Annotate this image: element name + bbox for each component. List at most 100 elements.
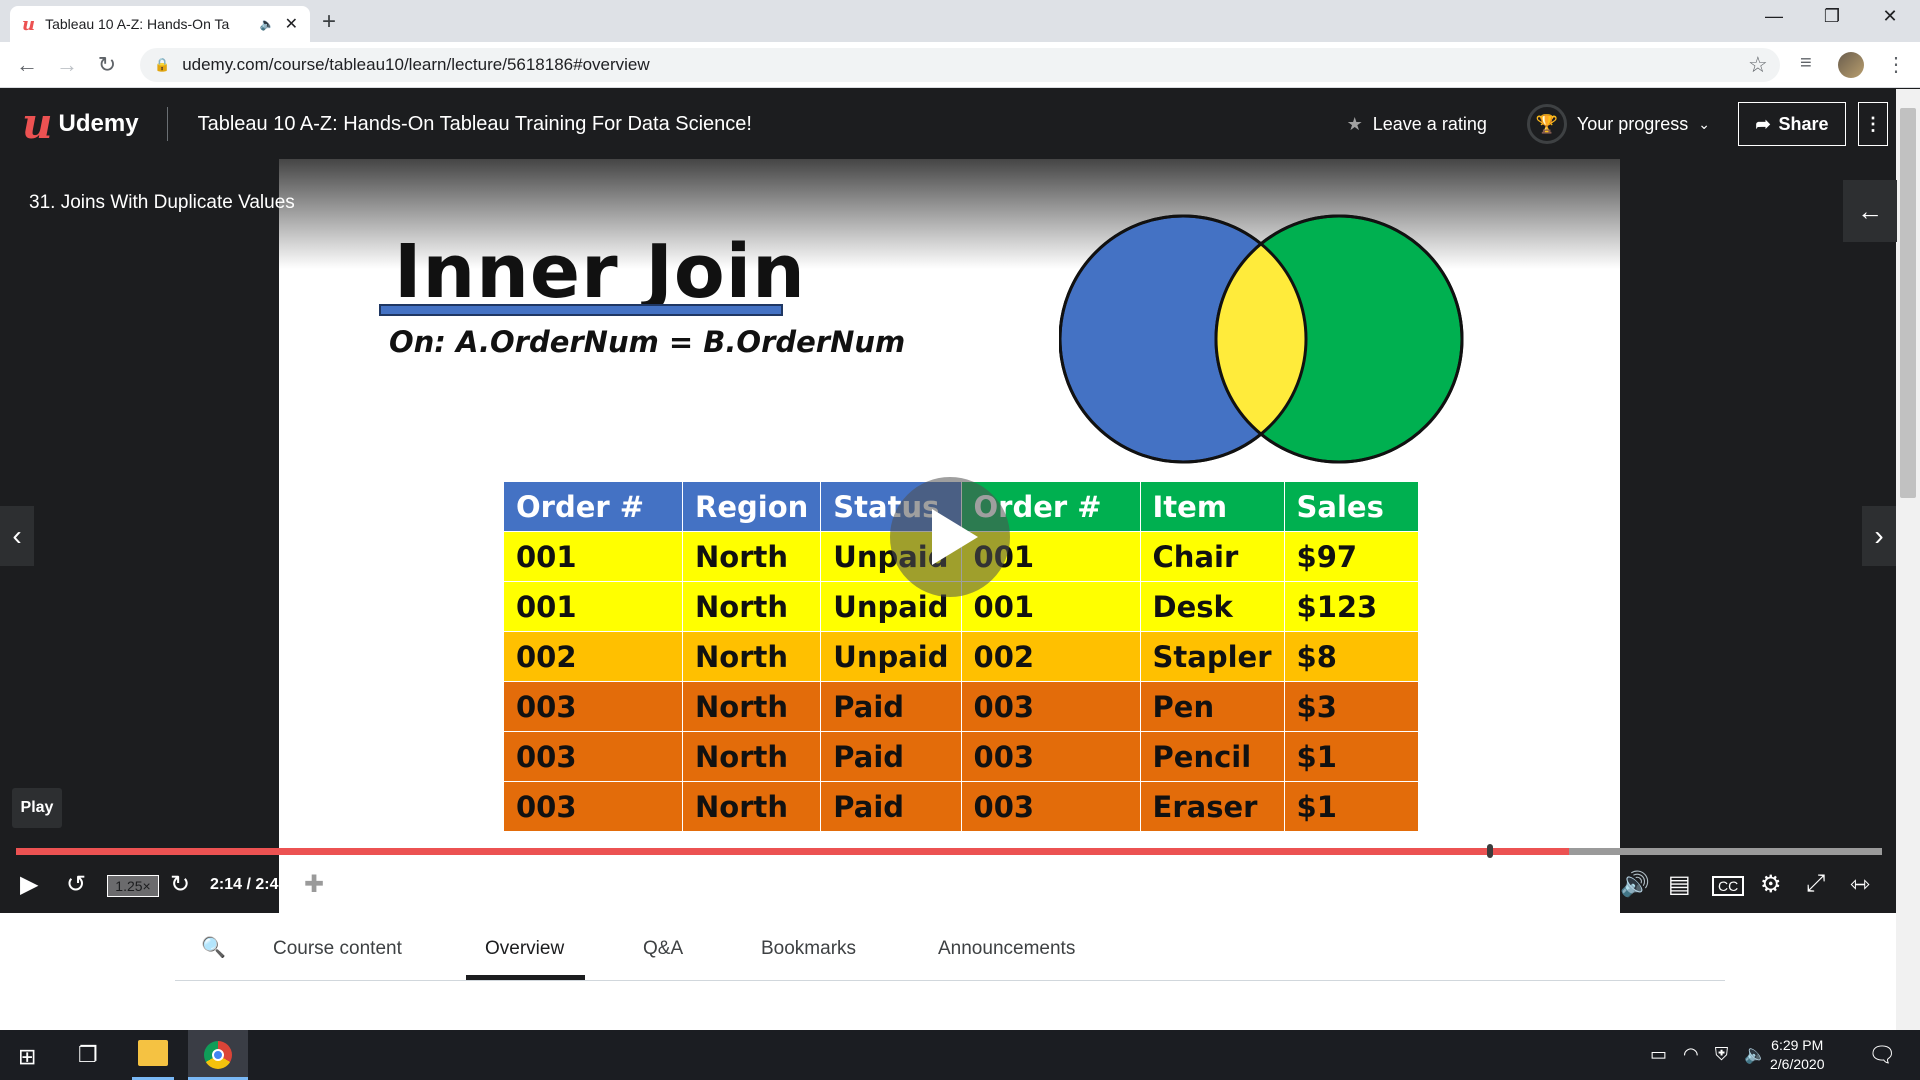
volume-icon[interactable]: 🔊 <box>1620 870 1650 899</box>
chrome-icon <box>204 1041 232 1069</box>
notification-icon[interactable]: 🗨 <box>1868 1042 1896 1068</box>
speaker-icon[interactable]: 🔈 <box>260 17 275 31</box>
venn-diagram <box>1059 214 1464 464</box>
task-view-icon[interactable]: ❐ <box>78 1042 98 1068</box>
tab-course-content[interactable]: Course content <box>273 938 402 960</box>
udemy-wordmark: Udemy <box>58 110 139 137</box>
transcript-icon[interactable]: ▤ <box>1668 870 1691 899</box>
table-header-cell: Order # <box>503 481 683 532</box>
table-cell: $8 <box>1283 631 1419 682</box>
table-cell: 003 <box>503 781 683 832</box>
play-icon[interactable]: ▶ <box>20 870 38 899</box>
lecture-content-area: 🔍 Course content Overview Q&A Bookmarks … <box>0 913 1896 1030</box>
tab-title: Tableau 10 A-Z: Hands-On Ta <box>45 16 230 32</box>
bookmark-star-icon[interactable]: ☆ <box>1748 52 1768 78</box>
table-cell: North <box>681 531 822 582</box>
settings-gear-icon[interactable]: ⚙ <box>1760 870 1782 899</box>
udemy-header: u Udemy Tableau 10 A-Z: Hands-On Tableau… <box>0 89 1896 159</box>
media-control-icon[interactable]: ≡ <box>1800 52 1812 75</box>
tab-bookmarks[interactable]: Bookmarks <box>761 938 856 960</box>
browser-tabstrip: u Tableau 10 A-Z: Hands-On Ta 🔈 ✕ + — ❐ … <box>0 0 1920 42</box>
table-cell: 001 <box>960 581 1141 632</box>
reload-icon[interactable]: ↻ <box>92 52 122 78</box>
clock-date: 2/6/2020 <box>1770 1056 1825 1072</box>
table-row: 003 North Paid 003 Pen $3 <box>503 681 1419 732</box>
active-tab-indicator <box>466 975 585 980</box>
table-cell: North <box>681 681 822 732</box>
video-controls: ▶ ↺ 1.25× ↻ 2:14 / 2:41 ✚ 🔊 ▤ CC ⚙ ⤢ ⇿ <box>0 862 1896 912</box>
more-options-button[interactable]: ⋮ <box>1858 102 1888 146</box>
volume-tray-icon[interactable]: 🔈 <box>1744 1044 1766 1065</box>
table-cell: Stapler <box>1139 631 1285 682</box>
share-button[interactable]: ➦ Share <box>1738 102 1846 146</box>
table-cell: Paid <box>820 781 962 832</box>
tab-announcements[interactable]: Announcements <box>938 938 1075 960</box>
table-cell: $97 <box>1283 531 1419 582</box>
rewind-icon[interactable]: ↺ <box>66 870 86 899</box>
table-header-cell: Region <box>681 481 822 532</box>
collapse-sidebar-button[interactable]: ← <box>1843 180 1897 242</box>
trophy-icon: 🏆 <box>1526 104 1567 144</box>
table-row: 003 North Paid 003 Pencil $1 <box>503 731 1419 782</box>
udemy-logo[interactable]: u Udemy <box>22 103 139 145</box>
battery-icon[interactable]: ▭ <box>1650 1044 1667 1065</box>
table-cell: North <box>681 581 822 632</box>
table-cell: 003 <box>960 681 1141 732</box>
leave-rating-button[interactable]: ★ Leave a rating <box>1347 114 1487 135</box>
tab-overview[interactable]: Overview <box>485 938 564 960</box>
previous-lecture-button[interactable]: ‹ <box>0 506 34 566</box>
video-progress-bar[interactable] <box>16 848 1882 855</box>
profile-avatar[interactable] <box>1838 52 1864 78</box>
course-title[interactable]: Tableau 10 A-Z: Hands-On Tableau Trainin… <box>198 113 752 136</box>
back-icon[interactable]: ← <box>12 52 42 78</box>
new-tab-button[interactable]: + <box>322 8 336 36</box>
your-progress-button[interactable]: 🏆 Your progress ⌄ <box>1526 104 1710 144</box>
table-cell: 002 <box>503 631 683 682</box>
table-cell: North <box>681 731 822 782</box>
forward-icon[interactable]: ↻ <box>170 870 190 899</box>
fullscreen-icon[interactable]: ⤢ <box>1806 870 1825 898</box>
minimize-button[interactable]: — <box>1752 6 1796 27</box>
chrome-taskbar-button[interactable] <box>188 1030 248 1080</box>
add-bookmark-icon[interactable]: ✚ <box>304 870 324 899</box>
udemy-favicon-icon: u <box>22 13 36 35</box>
captions-icon[interactable]: CC <box>1712 876 1745 896</box>
leave-rating-label: Leave a rating <box>1372 113 1487 134</box>
chevron-down-icon: ⌄ <box>1698 115 1710 132</box>
table-cell: North <box>681 631 822 682</box>
forward-icon[interactable]: → <box>52 52 82 78</box>
expand-icon[interactable]: ⇿ <box>1850 870 1870 899</box>
chrome-menu-icon[interactable]: ⋮ <box>1886 52 1906 77</box>
table-cell: Eraser <box>1139 781 1285 832</box>
lock-icon[interactable]: 🔒 <box>154 57 170 73</box>
tab-close-icon[interactable]: ✕ <box>285 14 298 34</box>
taskbar-clock[interactable]: 6:29 PM 2/6/2020 <box>1770 1036 1825 1074</box>
tab-qa[interactable]: Q&A <box>643 938 683 960</box>
next-lecture-button[interactable]: › <box>1862 506 1896 566</box>
system-tray: ▭ ◠ ⛨ 🔈 <box>1650 1044 1767 1065</box>
big-play-button[interactable] <box>890 477 1010 597</box>
udemy-logo-icon: u <box>22 99 53 148</box>
scrollbar-thumb[interactable] <box>1900 108 1916 498</box>
table-cell: 002 <box>960 631 1141 682</box>
playback-speed-button[interactable]: 1.25× <box>107 875 159 897</box>
slide-heading: Inner Join <box>394 229 806 315</box>
progress-handle[interactable] <box>1487 844 1493 858</box>
security-shield-icon[interactable]: ⛨ <box>1715 1044 1729 1065</box>
table-row: 002 North Unpaid 002 Stapler $8 <box>503 631 1419 682</box>
table-cell: 001 <box>503 531 683 582</box>
table-cell: 003 <box>960 781 1141 832</box>
wifi-icon[interactable]: ◠ <box>1683 1044 1699 1065</box>
search-icon[interactable]: 🔍 <box>201 935 226 960</box>
table-cell: 003 <box>503 731 683 782</box>
file-explorer-icon[interactable] <box>138 1040 168 1066</box>
time-display: 2:14 / 2:41 <box>210 876 288 893</box>
share-arrow-icon: ➦ <box>1755 113 1771 134</box>
browser-tab[interactable]: u Tableau 10 A-Z: Hands-On Ta 🔈 ✕ <box>10 6 310 42</box>
close-window-button[interactable]: ✕ <box>1868 6 1912 27</box>
restore-button[interactable]: ❐ <box>1810 6 1854 27</box>
address-bar[interactable]: 🔒 udemy.com/course/tableau10/learn/lectu… <box>140 48 1780 82</box>
windows-start-icon[interactable]: ⊞ <box>18 1044 36 1070</box>
table-cell: $123 <box>1283 581 1419 632</box>
windows-taskbar: ⊞ ❐ ▭ ◠ ⛨ 🔈 6:29 PM 2/6/2020 🗨 <box>0 1030 1920 1080</box>
